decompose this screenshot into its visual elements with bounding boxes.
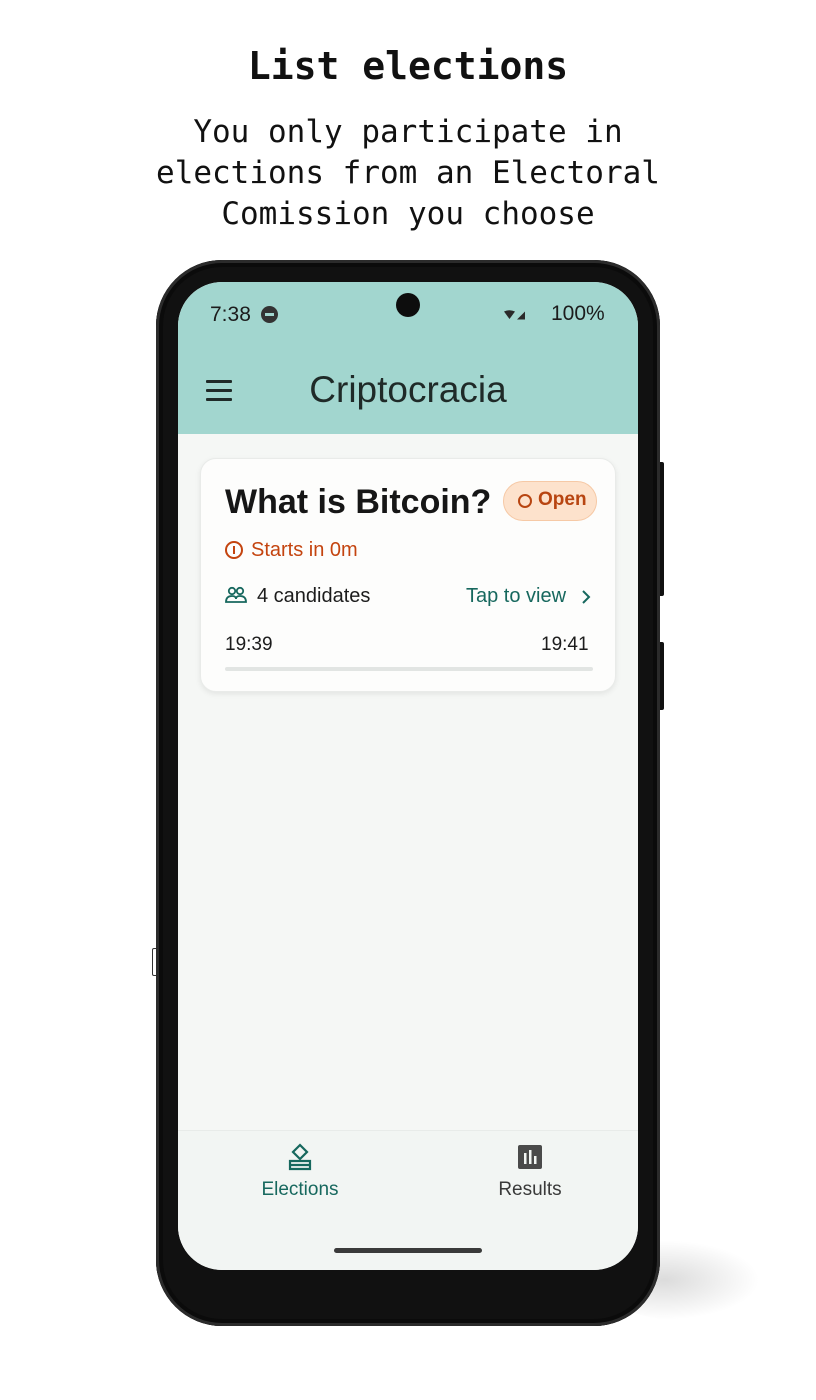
status-badge: Open [503,481,597,521]
tap-to-view-link[interactable]: Tap to view [466,585,566,608]
people-icon [225,586,247,603]
ballot-icon [288,1143,312,1171]
election-card[interactable]: What is Bitcoin? Open Starts in 0m 4 can… [200,458,616,692]
home-indicator[interactable] [334,1248,482,1253]
end-time: 19:41 [541,634,589,655]
bar-chart-icon [518,1145,542,1169]
do-not-disturb-icon [261,306,278,323]
bottom-navigation: Elections Results [178,1130,638,1270]
nav-elections[interactable]: Elections [200,1143,400,1207]
front-camera [396,293,420,317]
start-time: 19:39 [225,634,273,655]
status-time: 7:38 [210,303,251,326]
phone-screen: 7:38 100% Criptocracia What is Bitcoin? … [178,282,638,1270]
app-title: Criptocracia [309,369,507,410]
circle-icon [518,494,532,508]
info-icon [225,541,243,559]
promo-subtitle: You only participate in elections from a… [156,114,660,232]
nav-results[interactable]: Results [430,1143,630,1207]
app-bar: 7:38 100% Criptocracia [178,282,638,434]
candidates-count: 4 candidates [257,585,371,607]
status-badge-label: Open [538,489,587,510]
nav-results-label: Results [498,1179,562,1200]
starts-in-text: Starts in 0m [251,539,358,561]
promo-title: List elections [247,44,569,88]
nav-elections-label: Elections [261,1179,339,1200]
battery-level: 100% [551,302,605,325]
election-progress-bar [225,667,593,671]
election-title: What is Bitcoin? [225,483,492,521]
wifi-signal-icon [504,310,525,320]
chevron-right-icon [582,590,591,604]
